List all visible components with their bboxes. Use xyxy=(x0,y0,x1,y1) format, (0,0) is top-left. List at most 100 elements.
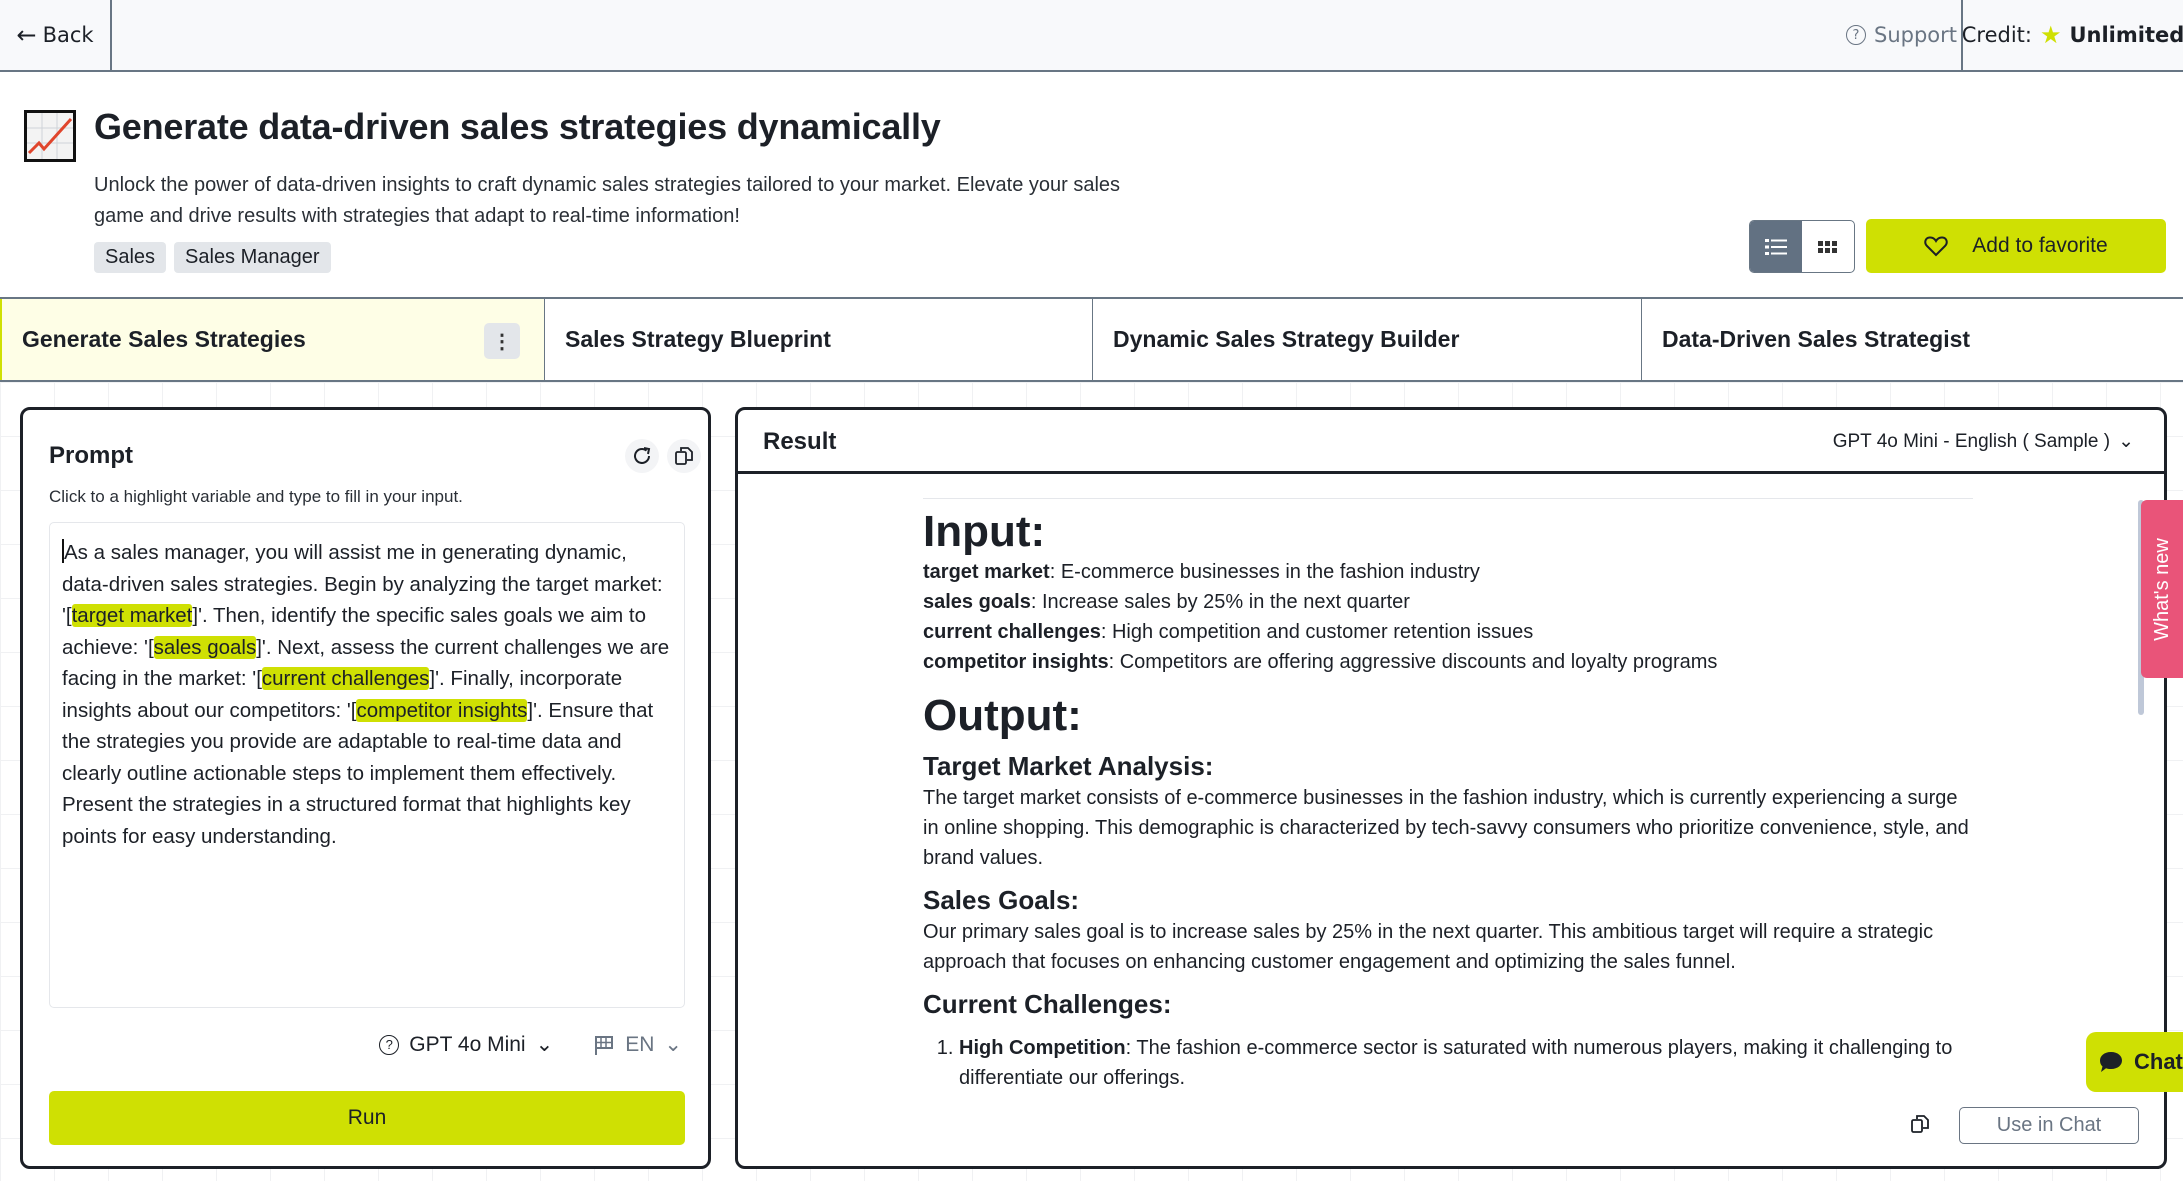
language-value: EN xyxy=(625,1032,655,1056)
chat-button[interactable]: Chat xyxy=(2086,1032,2183,1092)
section-text: The target market consists of e-commerce… xyxy=(923,787,1969,869)
output-sections: Target Market Analysis: The target market… xyxy=(923,749,1973,1093)
back-label: Back xyxy=(42,23,94,47)
prompt-panel: Prompt Click to a highlight variable and… xyxy=(20,407,711,1169)
tag-list: Sales Sales Manager xyxy=(94,242,331,273)
separator: : xyxy=(1049,561,1061,583)
section-heading: Target Market Analysis: xyxy=(923,751,1214,781)
model-select[interactable]: ? GPT 4o Mini ⌄ xyxy=(379,1032,553,1057)
divider xyxy=(923,498,1973,499)
input-key: competitor insights xyxy=(923,651,1109,673)
credit-value: Unlimited xyxy=(2069,23,2183,47)
section-heading: Sales Goals: xyxy=(923,885,1080,915)
input-row: target market: E-commerce businesses in … xyxy=(923,557,1973,587)
credit-label: Credit: xyxy=(1961,23,2032,47)
more-options-icon[interactable]: ⋮ xyxy=(484,323,520,359)
back-button[interactable]: ← Back xyxy=(0,0,112,70)
chevron-down-icon: ⌄ xyxy=(535,1033,554,1056)
result-panel: Result GPT 4o Mini - English ( Sample ) … xyxy=(735,407,2167,1169)
star-icon: ★ xyxy=(2039,21,2062,49)
input-heading: Input: xyxy=(923,507,1046,556)
prompt-variable[interactable]: current challenges xyxy=(261,667,430,690)
copy-icon xyxy=(1911,1114,1929,1133)
tab-sales-strategy-blueprint[interactable]: Sales Strategy Blueprint xyxy=(545,299,1093,380)
grid-view-button[interactable] xyxy=(1802,221,1854,272)
tab-label: Dynamic Sales Strategy Builder xyxy=(1113,326,1460,352)
help-circle-icon: ? xyxy=(1845,25,1866,45)
input-row: current challenges: High competition and… xyxy=(923,617,1973,647)
refresh-icon xyxy=(634,447,651,464)
input-key: current challenges xyxy=(923,621,1101,643)
prompt-tabs: Generate Sales Strategies ⋮ Sales Strate… xyxy=(0,297,2183,382)
support-link[interactable]: ? Support xyxy=(1845,0,1957,70)
input-key: target market xyxy=(923,561,1050,583)
whats-new-label: What's new xyxy=(2150,537,2173,641)
section-text: Our primary sales goal is to increase sa… xyxy=(923,921,1934,973)
result-footer: Use in Chat xyxy=(1909,1107,2139,1144)
input-value: E-commerce businesses in the fashion ind… xyxy=(1060,561,1480,583)
tag[interactable]: Sales xyxy=(94,242,167,273)
chat-label: Chat xyxy=(2134,1049,2183,1074)
view-toggle xyxy=(1749,220,1855,273)
flag-icon xyxy=(595,1035,614,1055)
whats-new-tab[interactable]: What's new xyxy=(2141,500,2183,678)
arrow-left-icon: ← xyxy=(16,21,37,49)
list-item: High Competition: The fashion e-commerce… xyxy=(959,1033,1973,1093)
top-bar: ← Back ? Support Credit: ★ Unlimited xyxy=(0,0,2183,72)
chat-bubble-icon xyxy=(2100,1052,2122,1072)
prompt-editor[interactable]: As a sales manager, you will assist me i… xyxy=(49,522,685,1008)
page-title: Generate data-driven sales strategies dy… xyxy=(94,106,941,147)
prompt-title: Prompt xyxy=(49,442,133,469)
support-label: Support xyxy=(1873,23,1957,47)
copy-icon xyxy=(675,447,693,465)
list-icon xyxy=(1765,238,1787,255)
separator: : xyxy=(1125,1037,1137,1059)
challenge-title: High Competition xyxy=(959,1037,1126,1059)
help-circle-icon: ? xyxy=(379,1034,400,1055)
chevron-down-icon: ⌄ xyxy=(2118,431,2134,452)
separator: : xyxy=(1108,651,1120,673)
use-in-chat-button[interactable]: Use in Chat xyxy=(1959,1107,2139,1144)
tab-dynamic-sales-strategy-builder[interactable]: Dynamic Sales Strategy Builder xyxy=(1093,299,1642,380)
prompt-variable[interactable]: competitor insights xyxy=(356,698,528,722)
section-heading: Current Challenges: xyxy=(923,989,1172,1019)
result-model-value: GPT 4o Mini - English ( Sample ) xyxy=(1832,430,2111,452)
model-options: ? GPT 4o Mini ⌄ EN ⌄ xyxy=(379,1032,682,1057)
grid-icon xyxy=(1818,240,1837,253)
add-to-favorite-button[interactable]: Add to favorite xyxy=(1866,219,2166,273)
input-key: sales goals xyxy=(923,591,1031,613)
separator: : xyxy=(1100,621,1112,643)
language-select[interactable]: EN ⌄ xyxy=(593,1032,682,1057)
copy-result-button[interactable] xyxy=(1909,1113,1931,1139)
run-button[interactable]: Run xyxy=(49,1091,685,1145)
page-description: Unlock the power of data-driven insights… xyxy=(94,174,1121,227)
prompt-hint: Click to a highlight variable and type t… xyxy=(49,487,463,506)
tab-label: Sales Strategy Blueprint xyxy=(565,326,831,352)
prompt-variable[interactable]: sales goals xyxy=(153,635,257,659)
result-header: Result GPT 4o Mini - English ( Sample ) … xyxy=(738,410,2164,474)
copy-prompt-button[interactable] xyxy=(667,439,701,473)
input-row: sales goals: Increase sales by 25% in th… xyxy=(923,587,1973,617)
separator: : xyxy=(1030,591,1042,613)
tab-label: Data-Driven Sales Strategist xyxy=(1662,326,1971,352)
favorite-label: Add to favorite xyxy=(1972,234,2108,257)
tab-data-driven-sales-strategist[interactable]: Data-Driven Sales Strategist xyxy=(1642,299,2183,380)
tab-generate-sales-strategies[interactable]: Generate Sales Strategies ⋮ xyxy=(0,299,545,380)
result-title: Result xyxy=(763,428,837,455)
tab-label: Generate Sales Strategies xyxy=(22,326,306,352)
input-value: Competitors are offering aggressive disc… xyxy=(1119,651,1718,673)
credit-display: Credit: ★ Unlimited xyxy=(1961,0,2183,70)
reset-button[interactable] xyxy=(625,439,659,473)
tag[interactable]: Sales Manager xyxy=(174,242,331,273)
prompt-variable[interactable]: target market xyxy=(71,604,193,627)
challenges-list: High Competition: The fashion e-commerce… xyxy=(923,1033,1973,1093)
input-value: High competition and customer retention … xyxy=(1111,621,1534,643)
result-model-select[interactable]: GPT 4o Mini - English ( Sample ) ⌄ xyxy=(1833,430,2134,453)
list-view-button[interactable] xyxy=(1750,221,1802,272)
output-heading: Output: xyxy=(923,691,1082,740)
chevron-down-icon: ⌄ xyxy=(664,1033,682,1056)
model-value: GPT 4o Mini xyxy=(409,1032,526,1056)
input-row: competitor insights: Competitors are off… xyxy=(923,647,1973,677)
input-value: Increase sales by 25% in the next quarte… xyxy=(1041,591,1410,613)
chart-increasing-icon xyxy=(24,110,76,162)
